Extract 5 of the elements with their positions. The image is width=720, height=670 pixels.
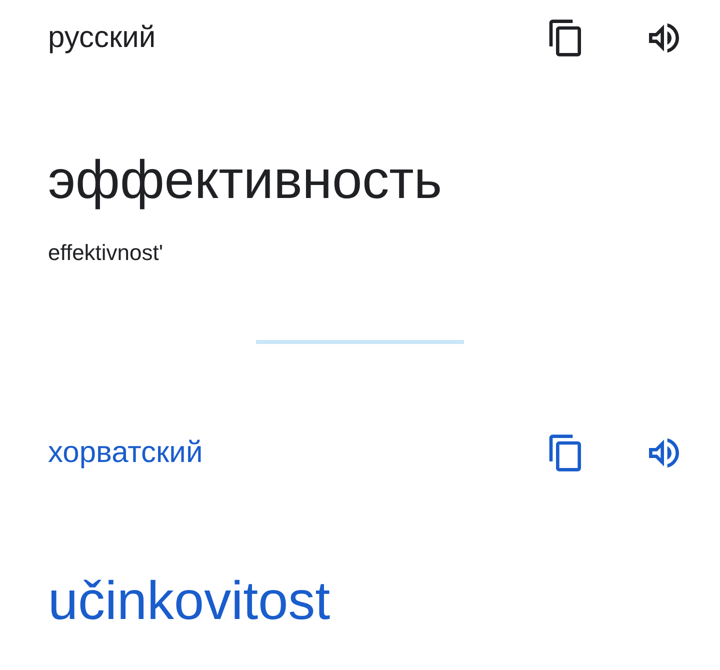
translated-word: učinkovitost [48, 570, 332, 633]
target-language: хорватский [48, 436, 203, 470]
transliteration: effektivnost' [48, 240, 164, 266]
source-language: русский [48, 21, 156, 55]
source-word: эффективность [48, 149, 443, 212]
